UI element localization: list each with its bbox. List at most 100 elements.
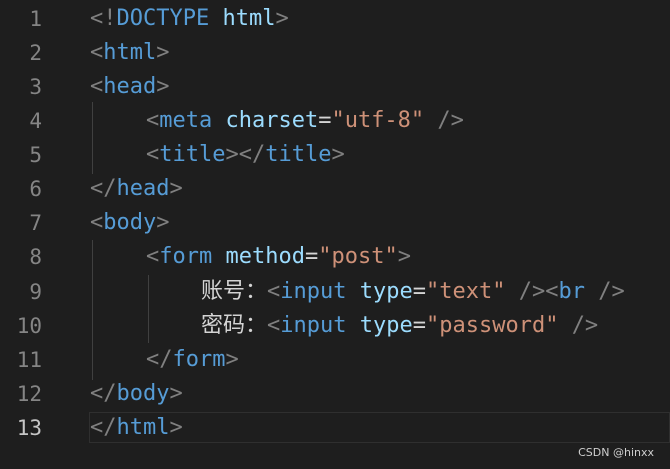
- code-token: meta: [159, 108, 213, 133]
- code-token: <!: [90, 6, 117, 31]
- code-token: body: [103, 210, 157, 235]
- code-text: </body>: [90, 379, 183, 409]
- code-token: head: [103, 74, 157, 99]
- code-token: >: [169, 381, 183, 406]
- line-number: 8: [29, 245, 42, 269]
- code-token: head: [116, 176, 170, 201]
- code-text: <body>: [90, 208, 169, 238]
- code-token: >: [156, 40, 170, 65]
- code-token: charset: [225, 108, 319, 133]
- code-line[interactable]: 9 账号：<input type="text" /><br />: [0, 275, 670, 309]
- code-text: </html>: [90, 413, 183, 443]
- line-number: 1: [29, 7, 42, 31]
- code-line[interactable]: 4 <meta charset="utf-8" />: [0, 104, 670, 138]
- line-number: 9: [29, 280, 42, 304]
- code-token: </: [146, 347, 173, 372]
- code-text: 账号：<input type="text" /><br />: [201, 277, 625, 307]
- code-token: body: [116, 381, 170, 406]
- line-number: 13: [16, 416, 42, 440]
- code-token: "text": [425, 279, 506, 304]
- code-line[interactable]: 6 </head>: [0, 172, 670, 206]
- code-text: <!DOCTYPE html>: [90, 4, 289, 34]
- line-number: 6: [29, 177, 42, 201]
- code-token: >: [169, 176, 183, 201]
- line-number: 7: [29, 211, 42, 235]
- code-token: form: [172, 347, 226, 372]
- code-line[interactable]: 5 <title></title>: [0, 138, 670, 172]
- code-text: 密码：<input type="password" />: [201, 311, 598, 341]
- code-text: </form>: [146, 345, 239, 375]
- code-token: <: [267, 279, 281, 304]
- code-token: DOCTYPE: [116, 6, 210, 31]
- code-line[interactable]: 2 <html>: [0, 36, 670, 70]
- line-number: 3: [29, 75, 42, 99]
- code-line[interactable]: 8 <form method="post">: [0, 240, 670, 274]
- code-text: </head>: [90, 174, 183, 204]
- code-token: form: [159, 244, 213, 269]
- line-number: 11: [16, 348, 42, 372]
- code-text: <form method="post">: [146, 242, 411, 272]
- code-line-active[interactable]: 13 </html>: [0, 411, 670, 445]
- code-token: =: [304, 244, 319, 269]
- code-line[interactable]: 11 </form>: [0, 343, 670, 377]
- code-token: >: [156, 210, 170, 235]
- code-token: 密码：: [201, 313, 268, 338]
- code-token: />: [571, 313, 599, 338]
- code-token: <: [146, 244, 160, 269]
- watermark: CSDN @hinxx: [578, 446, 654, 459]
- code-token: </: [90, 381, 117, 406]
- code-token: >: [397, 244, 411, 269]
- code-token: </: [90, 176, 117, 201]
- line-number: 2: [29, 41, 42, 65]
- code-token: input: [280, 313, 347, 338]
- line-number: 5: [29, 143, 42, 167]
- code-token: type: [359, 279, 413, 304]
- line-number: 4: [29, 109, 42, 133]
- code-line[interactable]: 1 <!DOCTYPE html>: [0, 2, 670, 36]
- code-token: type: [359, 313, 413, 338]
- code-line[interactable]: 7 <body>: [0, 206, 670, 240]
- code-token: <: [90, 210, 104, 235]
- code-token: br: [558, 279, 585, 304]
- code-token: <: [146, 108, 160, 133]
- code-token: <: [90, 74, 104, 99]
- code-text: <meta charset="utf-8" />: [146, 106, 464, 136]
- code-token: <: [90, 40, 104, 65]
- code-token: =: [412, 279, 426, 304]
- code-token: title: [159, 142, 226, 167]
- code-token: /><: [518, 279, 559, 304]
- code-token: input: [280, 279, 347, 304]
- code-token: </: [90, 415, 117, 440]
- code-line[interactable]: 12 </body>: [0, 377, 670, 411]
- code-token: >: [156, 74, 170, 99]
- code-token: =: [318, 108, 332, 133]
- code-text: <html>: [90, 38, 169, 68]
- code-line[interactable]: 10 密码：<input type="password" />: [0, 309, 670, 343]
- code-token: html: [116, 415, 170, 440]
- code-text: <title></title>: [146, 140, 345, 170]
- code-token: 账号：: [201, 279, 268, 304]
- code-token: >: [225, 347, 239, 372]
- code-editor[interactable]: 1 <!DOCTYPE html> 2 <html> 3 <head> 4 <m…: [0, 0, 670, 469]
- code-token: method: [225, 244, 305, 269]
- code-line[interactable]: 3 <head>: [0, 70, 670, 104]
- code-token: <: [267, 313, 281, 338]
- code-token: >: [275, 6, 289, 31]
- code-token: />: [437, 108, 464, 133]
- line-number: 12: [16, 382, 42, 406]
- code-token: "utf-8": [331, 108, 425, 133]
- code-token: =: [412, 313, 426, 338]
- line-number: 10: [16, 314, 42, 338]
- code-token: "password": [425, 313, 559, 338]
- code-token: html: [222, 6, 276, 31]
- code-token: title: [265, 142, 332, 167]
